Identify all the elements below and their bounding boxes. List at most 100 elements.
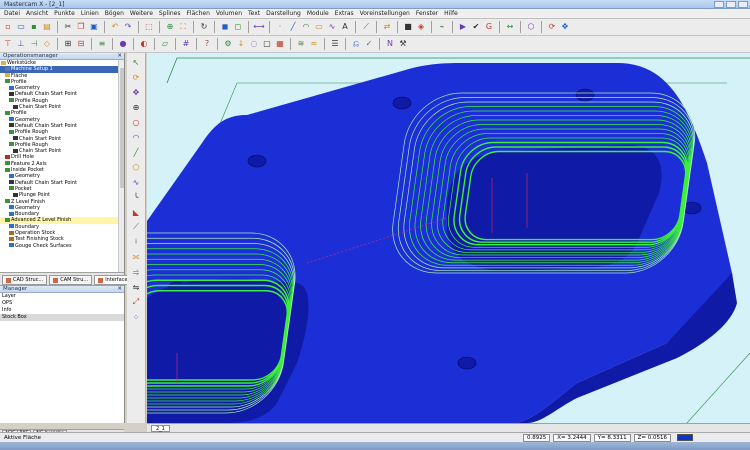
manager-item[interactable]: Info [0,307,124,314]
select-icon[interactable]: ↖ [130,56,142,68]
line-icon[interactable]: ╱ [130,146,142,158]
menu-item[interactable]: Extras [335,9,354,18]
point-icon[interactable]: · [274,21,286,33]
mill-icon[interactable]: ⚙ [222,38,234,50]
undo-icon[interactable]: ↶ [109,21,121,33]
menu-item[interactable]: Text [248,9,260,18]
view-front-icon[interactable]: ⊥ [15,38,27,50]
text-icon[interactable]: A [339,21,351,33]
tree-item[interactable]: Gouge Check Surfaces [0,243,124,249]
post-icon[interactable]: G [483,21,495,33]
manager-item[interactable]: OPS [0,300,124,307]
rough-icon[interactable]: ≋ [295,38,307,50]
zoom-icon[interactable]: ⊕ [164,21,176,33]
join-icon[interactable]: ⟗ [130,251,142,263]
save-icon[interactable]: ▪ [28,21,40,33]
open-icon[interactable]: ▭ [15,21,27,33]
manager-item[interactable]: Stock Box [0,314,124,321]
cplane-icon[interactable]: ⊞ [62,38,74,50]
dim-icon[interactable]: ↔ [504,21,516,33]
panel-tab[interactable]: CAD Struc... [2,275,48,285]
copy-icon[interactable]: ❐ [75,21,87,33]
array-icon[interactable]: ⁘ [130,311,142,323]
menu-item[interactable]: Bögen [105,9,124,18]
view-top-icon[interactable]: ⊤ [2,38,14,50]
wire-icon[interactable]: ◻ [232,21,244,33]
cut-icon[interactable]: ✂ [62,21,74,33]
mirror-icon[interactable]: ⇋ [130,281,142,293]
menu-item[interactable]: Volumen [216,9,242,18]
arc-icon[interactable]: ◠ [130,131,142,143]
analyze-icon[interactable]: ? [201,38,213,50]
close-icon[interactable]: ✕ [117,53,122,60]
paste-icon[interactable]: ▣ [88,21,100,33]
zoom-icon[interactable]: ⊕ [130,101,142,113]
arc-icon[interactable]: ◠ [300,21,312,33]
manager-item[interactable]: Layer [0,293,124,300]
xform-icon[interactable]: ⇄ [381,21,393,33]
panel-tab[interactable]: CAM Stru... [49,275,93,285]
trim-icon[interactable]: ⟋ [360,21,372,33]
rotate-icon[interactable]: ⟳ [546,21,558,33]
new-icon[interactable]: ▫ [2,21,14,33]
color-icon[interactable]: ● [117,38,129,50]
menu-item[interactable]: Fenster [416,9,438,18]
graphics-viewport[interactable] [147,53,750,423]
scroll-thumb[interactable] [120,68,124,188]
color-swatch[interactable] [676,434,693,441]
surface-icon[interactable]: ◈ [415,21,427,33]
rotate-icon[interactable]: ⟳ [130,71,142,83]
scale-icon[interactable]: ⤢ [130,296,142,308]
ops-icon[interactable]: ☰ [329,38,341,50]
shade-icon[interactable]: ◼ [219,21,231,33]
rect-icon[interactable]: ▭ [313,21,325,33]
menu-item[interactable]: Flächen [186,9,209,18]
cad-scene[interactable] [147,53,750,423]
nc-icon[interactable]: N [384,38,396,50]
redo-icon[interactable]: ↷ [122,21,134,33]
polygon-icon[interactable]: ⬠ [130,161,142,173]
menu-item[interactable]: Module [307,9,329,18]
fillet-icon[interactable]: ╰ [130,191,142,203]
face-icon[interactable]: ▦ [274,38,286,50]
setup-icon[interactable]: ⚒ [397,38,409,50]
view-iso-icon[interactable]: ◇ [41,38,53,50]
print-icon[interactable]: ▤ [41,21,53,33]
toolpath-icon[interactable]: ⌁ [436,21,448,33]
plane-icon[interactable]: ▱ [159,38,171,50]
menu-item[interactable]: Darstellung [266,9,301,18]
pocket-icon[interactable]: ▢ [261,38,273,50]
minimize-button[interactable] [714,1,724,8]
drill-icon[interactable]: ↓ [235,38,247,50]
menu-item[interactable]: Ansicht [26,9,48,18]
simulate-icon[interactable]: ▶ [457,21,469,33]
menu-item[interactable]: Punkte [54,9,75,18]
spline-icon[interactable]: ∿ [130,176,142,188]
backplot-icon[interactable]: ⎌ [350,38,362,50]
attr-icon[interactable]: ◐ [138,38,150,50]
verify2-icon[interactable]: ✓ [363,38,375,50]
tplane-icon[interactable]: ⊟ [75,38,87,50]
menu-item[interactable]: Weitere [130,9,153,18]
solid-icon[interactable]: ■ [402,21,414,33]
fit-icon[interactable]: ⛶ [177,21,189,33]
pan-icon[interactable]: ✥ [559,21,571,33]
contour-icon[interactable]: ◌ [248,38,260,50]
offset-icon[interactable]: ⥤ [130,266,142,278]
view-side-icon[interactable]: ⊣ [28,38,40,50]
level-icon[interactable]: ≡ [96,38,108,50]
line-icon[interactable]: ╱ [287,21,299,33]
verify-icon[interactable]: ✔ [470,21,482,33]
close-icon[interactable]: ✕ [117,286,122,293]
menu-item[interactable]: Splines [159,9,181,18]
pan-icon[interactable]: ✥ [130,86,142,98]
zoom-readout[interactable]: 0.8925 [523,433,551,442]
wireframe-icon[interactable]: ⬡ [525,21,537,33]
viewport-tab[interactable]: 2_1 [151,425,170,432]
close-button[interactable] [738,1,748,8]
finish-icon[interactable]: ≈ [308,38,320,50]
trim-icon[interactable]: ⟋ [130,221,142,233]
tree-scrollbar[interactable] [118,60,124,272]
spline-icon[interactable]: ∿ [326,21,338,33]
chamfer-icon[interactable]: ◣ [130,206,142,218]
